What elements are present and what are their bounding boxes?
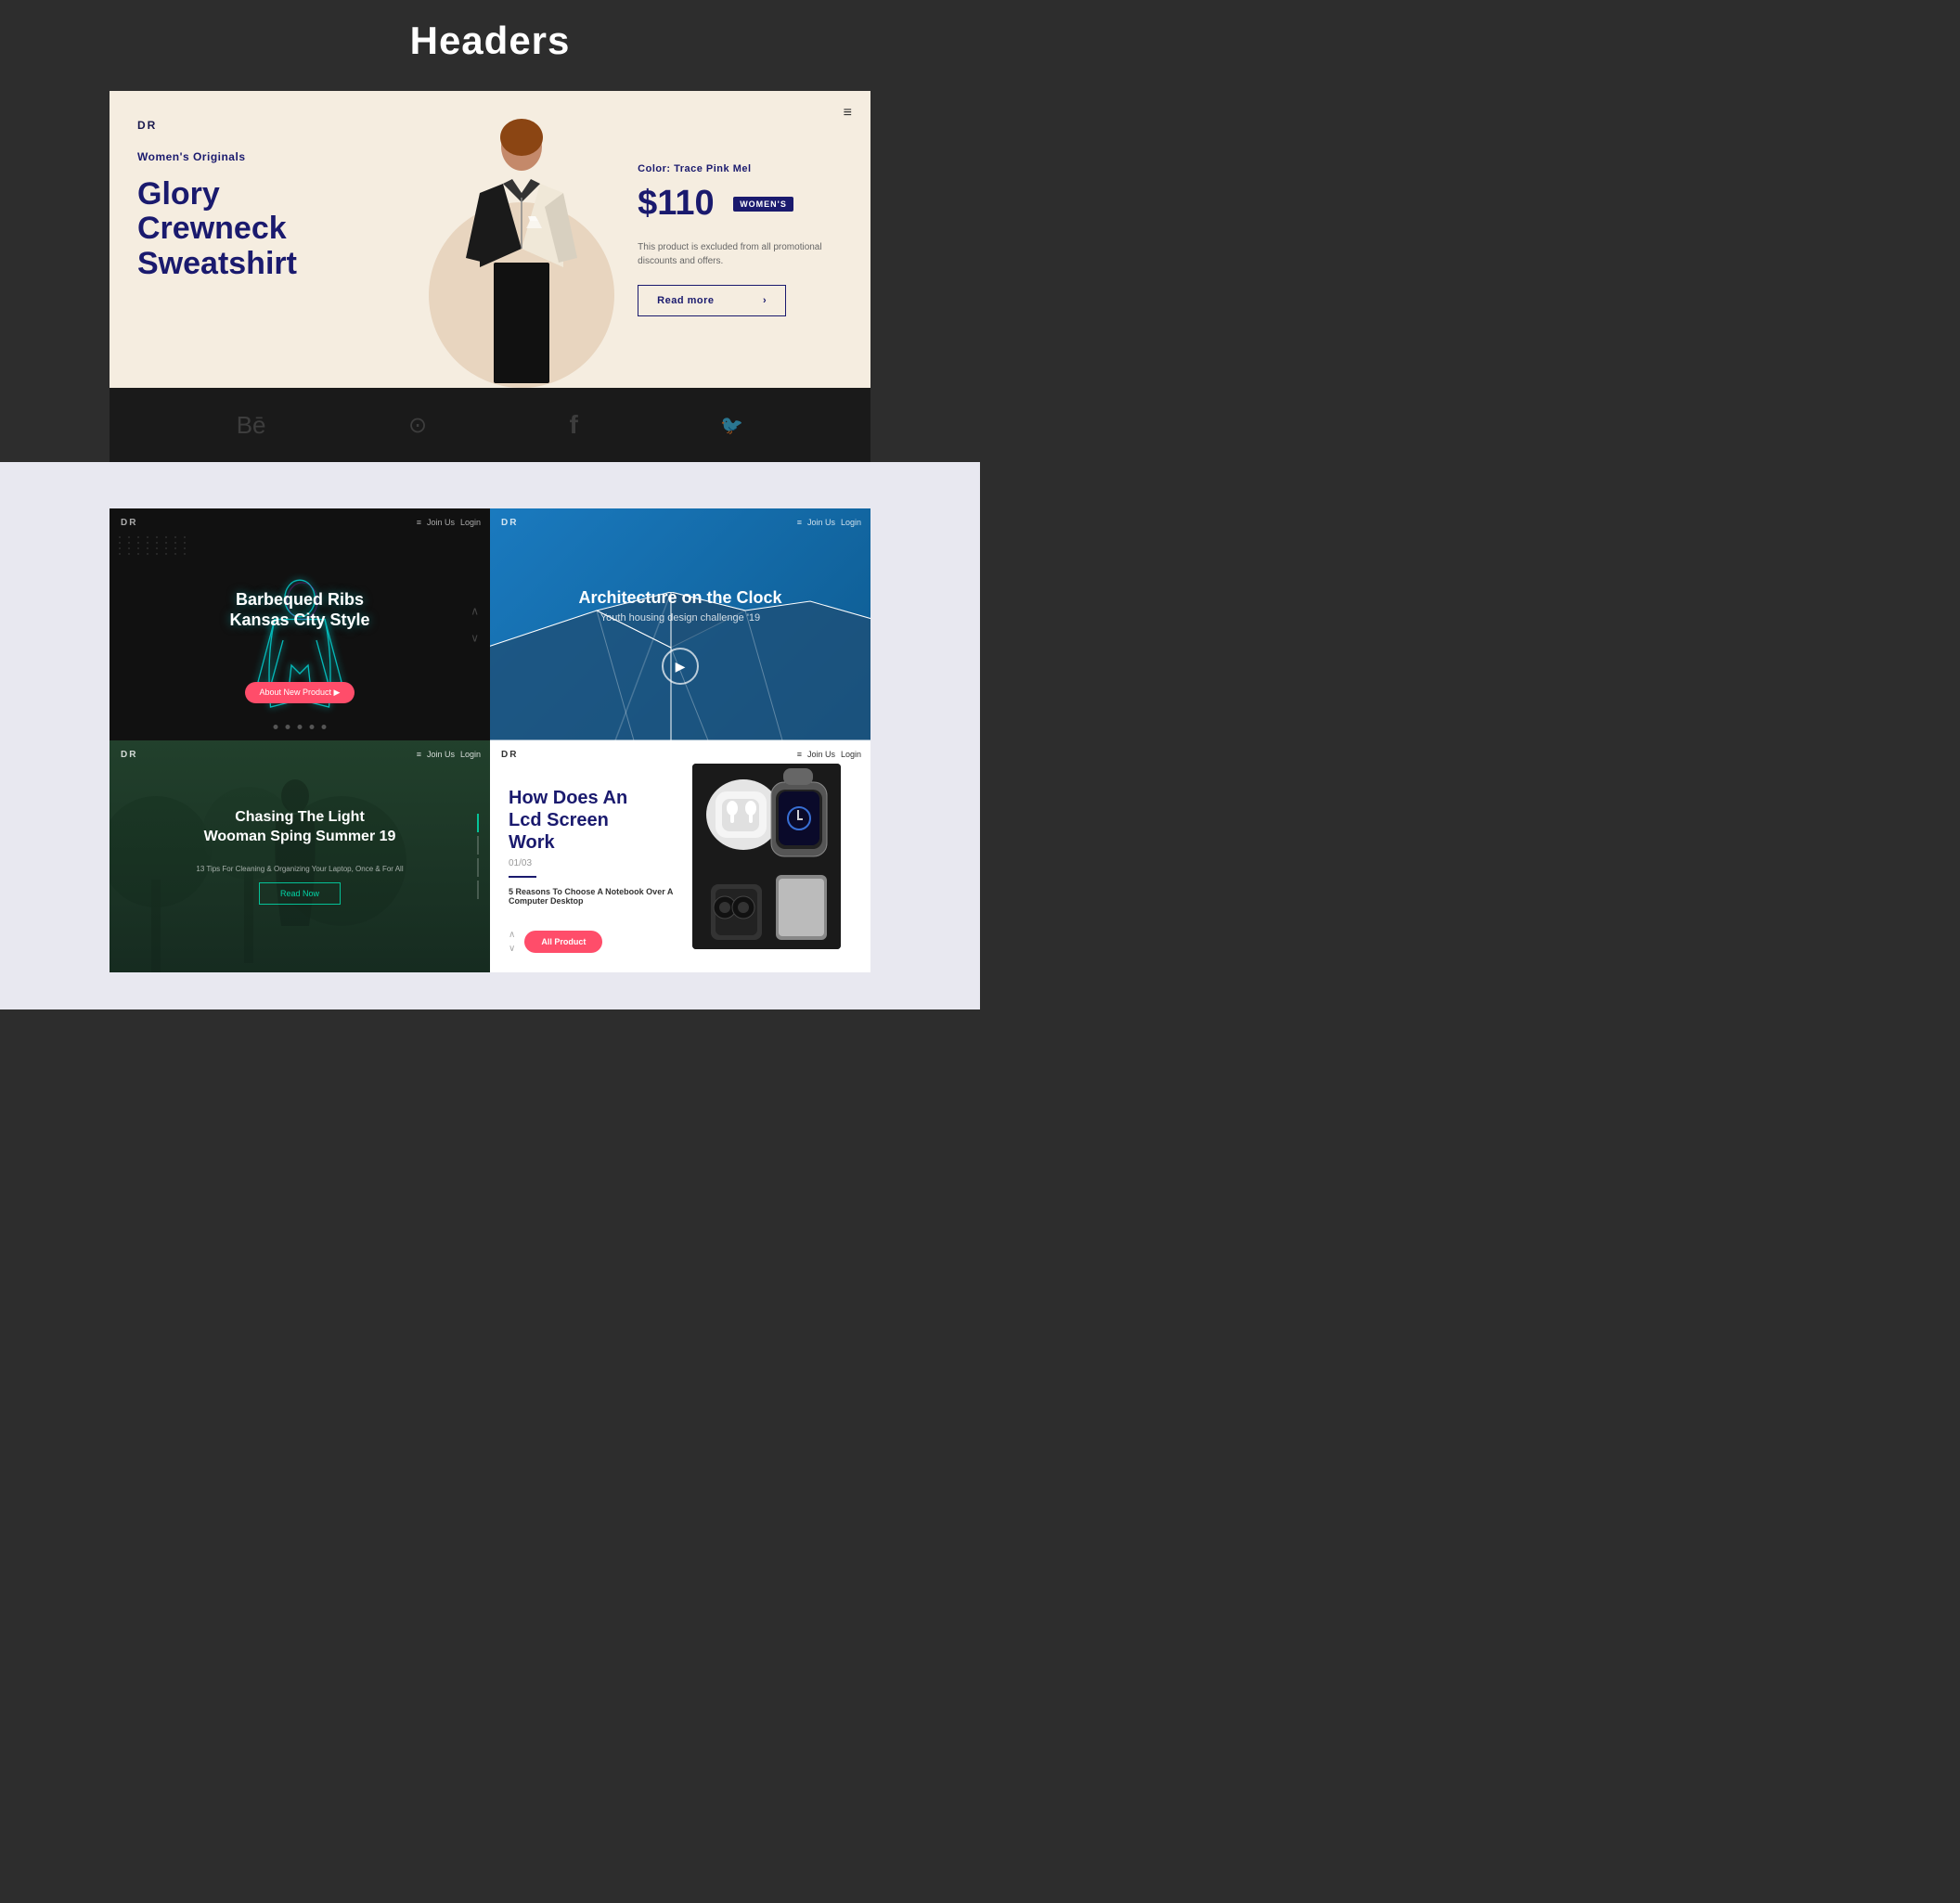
card-tech-sub-title: 5 Reasons To Choose A Notebook Over A Co… xyxy=(509,887,680,906)
card-tech-login[interactable]: Login xyxy=(841,750,861,759)
card-tech-right xyxy=(680,759,852,954)
hero-title: Glory Crewneck Sweatshirt xyxy=(137,177,401,281)
card-tech-join[interactable]: Join Us xyxy=(807,750,835,759)
card-tech-menu-icon: ≡ xyxy=(797,750,802,759)
card-arch-subtitle: Youth housing design challenge '19 xyxy=(600,612,760,624)
hero-logo: DR xyxy=(137,119,401,132)
hero-title-line1: Glory xyxy=(137,176,220,212)
behance-icon[interactable] xyxy=(237,411,266,440)
card-bbq: DR ≡ Join Us Login xyxy=(110,508,490,740)
bbq-arrow-up[interactable]: ∧ xyxy=(471,605,479,618)
card-tech-button[interactable]: All Product xyxy=(524,931,602,953)
social-dot-4 xyxy=(310,725,315,729)
cards-outer: DR ≡ Join Us Login xyxy=(0,462,980,1009)
card-tech-bottom: ∧ ∨ All Product xyxy=(509,920,680,954)
hero-menu-icon[interactable]: ≡ xyxy=(844,105,852,122)
card-bbq-logo: DR xyxy=(121,518,137,528)
scroll-line-1 xyxy=(477,836,479,855)
card-photo-login[interactable]: Login xyxy=(460,750,481,759)
card-bbq-title: Barbequed Ribs Kansas City Style xyxy=(229,590,369,630)
card-photo-menu-icon: ≡ xyxy=(417,750,421,759)
hero-card-top: DR Women's Originals Glory Crewneck Swea… xyxy=(110,91,870,388)
tech-product-image xyxy=(692,764,841,949)
hero-card: DR Women's Originals Glory Crewneck Swea… xyxy=(110,91,870,462)
hero-model xyxy=(447,91,596,388)
card-photo-button[interactable]: Read Now xyxy=(259,882,341,905)
card-tech-title: How Does An Lcd Screen Work xyxy=(509,787,680,854)
hero-price: $110 WOMEN'S xyxy=(638,184,847,224)
twitter-icon[interactable] xyxy=(720,413,743,437)
card-photo-small-text: 13 Tips For Cleaning & Organizing Your L… xyxy=(196,865,403,873)
read-more-button[interactable]: Read more › xyxy=(638,285,786,316)
hero-card-center xyxy=(429,91,614,388)
arch-play-button[interactable]: ▶ xyxy=(662,648,699,685)
card-tech: DR ≡ Join Us Login How Does An Lcd Scree… xyxy=(490,740,870,972)
card-bbq-join[interactable]: Join Us xyxy=(427,518,455,527)
social-dot-2 xyxy=(286,725,290,729)
card-arch-menu-icon: ≡ xyxy=(797,518,802,527)
hero-color-label: Color: Trace Pink Mel xyxy=(638,163,847,174)
card-arch-title: Architecture on the Clock xyxy=(578,588,781,608)
page-wrapper: Headers DR Women's Originals Glory Crewn… xyxy=(0,0,980,1047)
card-bbq-login[interactable]: Login xyxy=(460,518,481,527)
card-tech-divider xyxy=(509,876,536,878)
card-bbq-menu-icon: ≡ xyxy=(417,518,421,527)
card-arch-logo: DR xyxy=(501,518,518,528)
model-figure-svg xyxy=(461,109,582,388)
tech-arrow-down[interactable]: ∨ xyxy=(509,944,515,954)
card-arch-join[interactable]: Join Us xyxy=(807,518,835,527)
social-dot-5 xyxy=(322,725,327,729)
tech-arrow-up[interactable]: ∧ xyxy=(509,930,515,940)
card-photo: DR ≡ Join Us Login Chasing The Light Woo… xyxy=(110,740,490,972)
scroll-line-2 xyxy=(477,858,479,877)
page-title: Headers xyxy=(410,19,571,63)
scroll-line-active xyxy=(477,814,479,832)
scroll-line-3 xyxy=(477,881,479,899)
dribbble-icon[interactable] xyxy=(408,412,427,439)
card-arch-nav: ≡ Join Us Login xyxy=(797,518,861,527)
hero-category: Women's Originals xyxy=(137,150,401,163)
card-bbq-arrows: ∧ ∨ xyxy=(471,605,479,645)
cards-grid: DR ≡ Join Us Login xyxy=(110,508,870,972)
hero-card-bottom xyxy=(110,388,870,462)
card-tech-nav: ≡ Join Us Login xyxy=(797,750,861,759)
card-tech-left: How Does An Lcd Screen Work 01/03 5 Reas… xyxy=(509,759,680,954)
bbq-arrow-down[interactable]: ∨ xyxy=(471,632,479,645)
photo-scroll-indicator xyxy=(477,814,479,899)
dot-grid-bbq xyxy=(119,536,189,555)
hero-badge: WOMEN'S xyxy=(733,197,793,212)
card-bbq-button[interactable]: About New Product ▶ xyxy=(245,682,355,703)
hero-desc: This product is excluded from all promot… xyxy=(638,240,847,268)
social-dot-1 xyxy=(274,725,278,729)
card-tech-number: 01/03 xyxy=(509,858,680,868)
card-photo-join[interactable]: Join Us xyxy=(427,750,455,759)
social-dot-3 xyxy=(298,725,303,729)
tech-products-svg xyxy=(692,764,841,949)
facebook-icon[interactable] xyxy=(570,410,578,440)
card-photo-nav: ≡ Join Us Login xyxy=(417,750,481,759)
hero-title-line2: Crewneck xyxy=(137,211,287,246)
card-photo-logo: DR xyxy=(121,750,137,760)
card-arch: DR ≡ Join Us Login Architecture on the C… xyxy=(490,508,870,740)
hero-card-right: Color: Trace Pink Mel $110 WOMEN'S This … xyxy=(614,91,870,388)
card-bbq-socials xyxy=(274,725,327,729)
card-photo-title: Chasing The Light Wooman Sping Summer 19 xyxy=(204,808,396,847)
hero-card-left: DR Women's Originals Glory Crewneck Swea… xyxy=(110,91,429,388)
card-arch-login[interactable]: Login xyxy=(841,518,861,527)
card-bbq-nav: ≡ Join Us Login xyxy=(417,518,481,527)
card-tech-logo: DR xyxy=(501,750,518,760)
tech-arrows: ∧ ∨ xyxy=(509,930,515,954)
card-photo-overlay xyxy=(110,740,490,972)
hero-title-line3: Sweatshirt xyxy=(137,246,297,281)
